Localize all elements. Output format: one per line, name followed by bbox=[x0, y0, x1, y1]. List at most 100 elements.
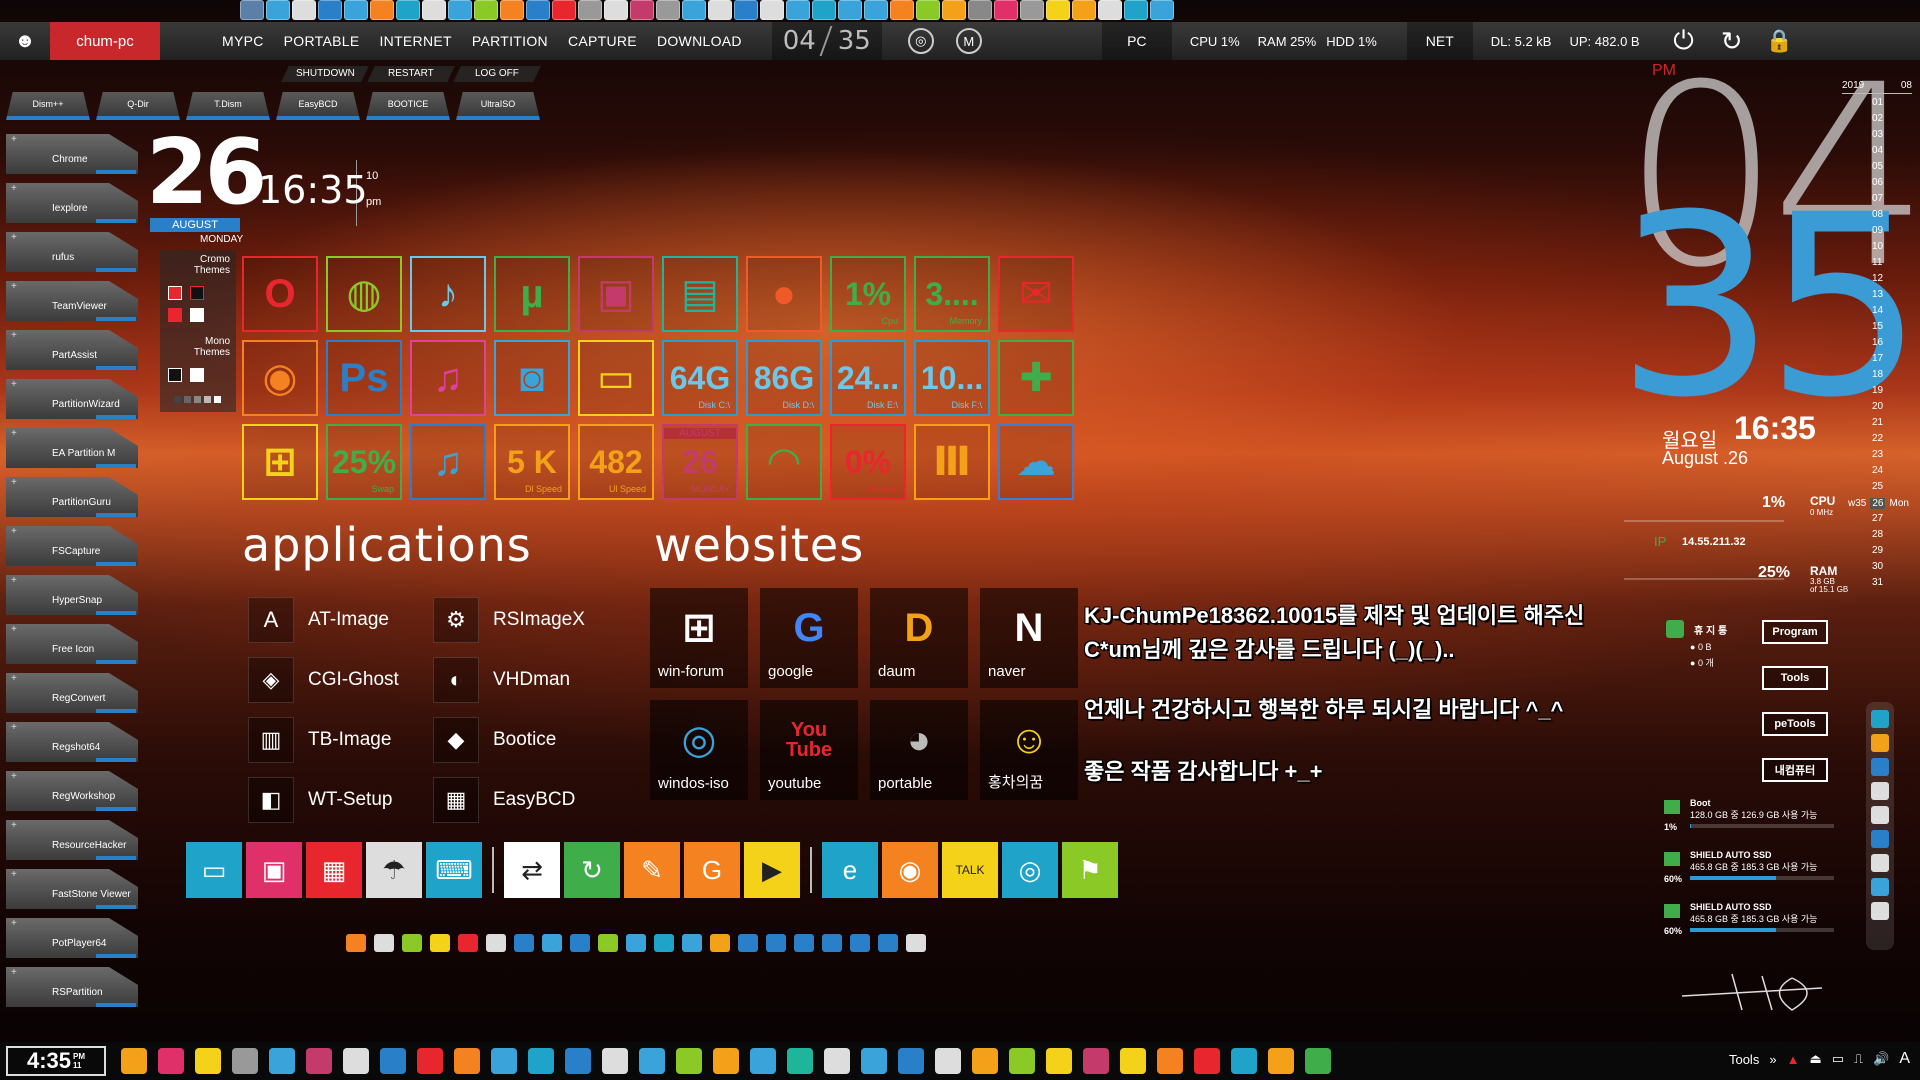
m-app-icon[interactable]: M bbox=[955, 28, 982, 54]
archive-tile[interactable]: Ⅲ bbox=[914, 424, 990, 500]
calendar-day[interactable]: 14 bbox=[1842, 305, 1912, 321]
dock-app-icon[interactable] bbox=[1871, 806, 1889, 824]
user-transfer-icon[interactable]: ⇄ bbox=[504, 842, 560, 898]
calendar-day[interactable]: 10 bbox=[1842, 241, 1912, 257]
restart-button[interactable]: RESTART bbox=[367, 66, 455, 82]
taskbar-app-icon[interactable] bbox=[1157, 1048, 1183, 1074]
calendar-day[interactable]: 04 bbox=[1842, 145, 1912, 161]
panel-button-3[interactable]: peTools bbox=[1762, 712, 1828, 736]
calendar-day[interactable]: 13 bbox=[1842, 289, 1912, 305]
website-tile[interactable]: ◎ windos-iso bbox=[650, 700, 748, 800]
umbrella-icon[interactable]: ☂ bbox=[366, 842, 422, 898]
paint-icon[interactable]: ✎ bbox=[624, 842, 680, 898]
top-strip-app-icon[interactable] bbox=[656, 0, 680, 20]
website-tile[interactable]: ☺ 홍차의꿈 bbox=[980, 700, 1078, 800]
taskbar-app-icon[interactable] bbox=[232, 1048, 258, 1074]
toggle-key-icon[interactable]: ⌨ bbox=[426, 842, 482, 898]
mini-app-icon[interactable] bbox=[794, 934, 814, 952]
calendar-day[interactable]: 03 bbox=[1842, 129, 1912, 145]
top-strip-app-icon[interactable] bbox=[734, 0, 758, 20]
windows-tile[interactable]: ⊞ bbox=[242, 424, 318, 500]
mini-app-icon[interactable] bbox=[906, 934, 926, 952]
taskbar-app-icon[interactable] bbox=[861, 1048, 887, 1074]
utorrent-tile[interactable]: µ bbox=[494, 256, 570, 332]
mini-app-icon[interactable] bbox=[570, 934, 590, 952]
weather-tile[interactable]: ☁ bbox=[998, 424, 1074, 500]
shade-swatches[interactable] bbox=[174, 396, 221, 403]
top-strip-app-icon[interactable] bbox=[500, 0, 524, 20]
top-strip-app-icon[interactable] bbox=[630, 0, 654, 20]
website-tile[interactable]: Ggoogle bbox=[760, 588, 858, 688]
top-strip-app-icon[interactable] bbox=[760, 0, 784, 20]
ninja-logo-icon[interactable]: ☻ bbox=[0, 22, 50, 60]
taskbar-app-icon[interactable] bbox=[787, 1048, 813, 1074]
dock-app-icon[interactable] bbox=[1871, 710, 1889, 728]
panel-button-4[interactable]: 내컴퓨터 bbox=[1762, 758, 1828, 782]
taskbar-app-icon[interactable] bbox=[158, 1048, 184, 1074]
sidebar-item-faststone-viewer[interactable]: + FastStone Viewer bbox=[6, 869, 140, 911]
taskbar-app-icon[interactable] bbox=[269, 1048, 295, 1074]
recycle-bin-icon[interactable] bbox=[1666, 620, 1684, 638]
ie-icon[interactable]: e bbox=[822, 842, 878, 898]
taskbar-app-icon[interactable] bbox=[1231, 1048, 1257, 1074]
mini-app-icon[interactable] bbox=[738, 934, 758, 952]
taskbar-clock[interactable]: 4:35 PM 11 bbox=[6, 1046, 106, 1076]
film-tile[interactable]: ▣ bbox=[578, 256, 654, 332]
top-strip-app-icon[interactable] bbox=[370, 0, 394, 20]
music-tile[interactable]: ♫ bbox=[410, 340, 486, 416]
lens-icon[interactable]: ◎ bbox=[1002, 842, 1058, 898]
calendar-day[interactable]: 20 bbox=[1842, 401, 1912, 417]
taskbar-app-icon[interactable] bbox=[528, 1048, 554, 1074]
sidebar-item-chrome[interactable]: + Chrome bbox=[6, 134, 140, 176]
top-strip-app-icon[interactable] bbox=[604, 0, 628, 20]
calendar-day[interactable]: 17 bbox=[1842, 353, 1912, 369]
player-icon[interactable]: ▶ bbox=[744, 842, 800, 898]
tray-tools-label[interactable]: Tools bbox=[1729, 1052, 1759, 1067]
taskbar-app-icon[interactable] bbox=[343, 1048, 369, 1074]
app-bootice[interactable]: ◆ Bootice bbox=[433, 710, 618, 770]
document-tile[interactable]: ▤ bbox=[662, 256, 738, 332]
sidebar-item-teamviewer[interactable]: + TeamViewer bbox=[6, 281, 140, 323]
folder-tile[interactable]: ▭ bbox=[578, 340, 654, 416]
taskbar-app-icon[interactable] bbox=[824, 1048, 850, 1074]
top-strip-app-icon[interactable] bbox=[916, 0, 940, 20]
tray-flag-icon[interactable]: ▲ bbox=[1787, 1052, 1800, 1067]
app-wt-setup[interactable]: ◧ WT-Setup bbox=[248, 770, 433, 830]
firefox-tile[interactable]: ◉ bbox=[242, 340, 318, 416]
taskbar-app-icon[interactable] bbox=[491, 1048, 517, 1074]
top-strip-app-icon[interactable] bbox=[292, 0, 316, 20]
white-swatch[interactable] bbox=[190, 308, 204, 322]
top-strip-app-icon[interactable] bbox=[552, 0, 576, 20]
sidebar-item-rspartition[interactable]: + RSPartition bbox=[6, 967, 140, 1009]
website-tile[interactable]: ◕ portable bbox=[870, 700, 968, 800]
taskbar-app-icon[interactable] bbox=[1268, 1048, 1294, 1074]
taskbar-app-icon[interactable] bbox=[935, 1048, 961, 1074]
mono-black-swatch[interactable] bbox=[168, 368, 182, 382]
top-strip-app-icon[interactable] bbox=[1150, 0, 1174, 20]
black-red-swatch[interactable] bbox=[190, 286, 204, 300]
sidebar-item-regshot64[interactable]: + Regshot64 bbox=[6, 722, 140, 764]
dock-app-icon[interactable] bbox=[1871, 758, 1889, 776]
website-tile[interactable]: Ddaum bbox=[870, 588, 968, 688]
red-swatch[interactable] bbox=[168, 286, 182, 300]
top-strip-app-icon[interactable] bbox=[396, 0, 420, 20]
chrome-icon[interactable]: ◎ bbox=[907, 28, 934, 54]
taskbar-app-icon[interactable] bbox=[898, 1048, 924, 1074]
menu-download[interactable]: DOWNLOAD bbox=[657, 33, 742, 49]
top-strip-app-icon[interactable] bbox=[1124, 0, 1148, 20]
sidebar-item-regworkshop[interactable]: + RegWorkshop bbox=[6, 771, 140, 813]
calendar-day[interactable]: 12 bbox=[1842, 273, 1912, 289]
dock-app-icon[interactable] bbox=[1871, 830, 1889, 848]
battery-tile[interactable]: 0% Ac Line bbox=[830, 424, 906, 500]
mini-app-icon[interactable] bbox=[766, 934, 786, 952]
calendar-day[interactable]: 06 bbox=[1842, 177, 1912, 193]
top-strip-app-icon[interactable] bbox=[864, 0, 888, 20]
mini-app-icon[interactable] bbox=[878, 934, 898, 952]
app-rsimagex[interactable]: ⚙ RSImageX bbox=[433, 590, 618, 650]
disk-e-tile[interactable]: 24... Disk E:\ bbox=[830, 340, 906, 416]
dl-speed-tile[interactable]: 5 K Dl Speed bbox=[494, 424, 570, 500]
top-strip-app-icon[interactable] bbox=[682, 0, 706, 20]
tray-volume-icon[interactable]: 🔊 bbox=[1873, 1051, 1889, 1067]
website-tile[interactable]: Nnaver bbox=[980, 588, 1078, 688]
taskbar-app-icon[interactable] bbox=[121, 1048, 147, 1074]
